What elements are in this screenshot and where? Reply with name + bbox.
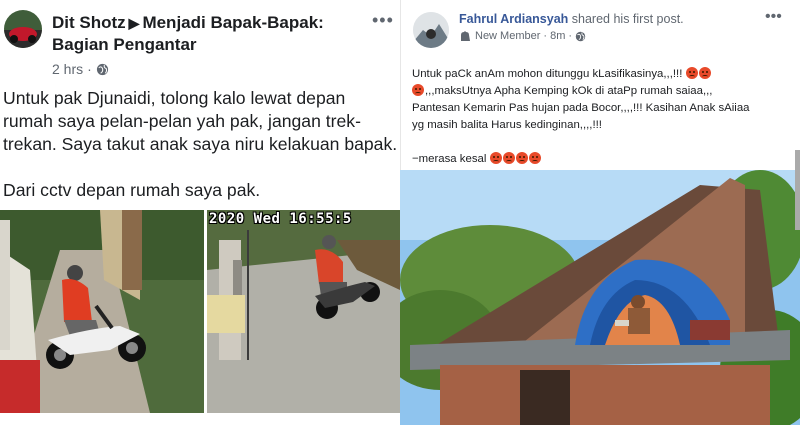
post-header: Fahrul Ardiansyah shared his first post.: [459, 12, 684, 26]
post-paragraph: Untuk pak Djunaidi, tolong kalo lewat de…: [3, 88, 398, 154]
post-meta: 2 hrs ·: [52, 61, 109, 77]
cctv-photo-gate[interactable]: 2020 Wed 16:55:5: [207, 210, 400, 413]
post-line: Pantesan Kemarin Pas hujan pada Bocor,,,…: [412, 102, 750, 114]
scroll-edge: [795, 150, 800, 230]
new-member-icon: [461, 31, 470, 41]
more-options-icon[interactable]: •••: [372, 10, 394, 31]
globe-icon: [96, 63, 108, 75]
post-line: Untuk paCk anAm mohon ditunggu kLasifika…: [412, 66, 797, 83]
angry-face-icon: [412, 84, 424, 96]
post-header: Dit Shotz ▶ Menjadi Bapak-Bapak: Bagian Pe…: [52, 12, 352, 56]
author-name[interactable]: Dit Shotz: [52, 13, 126, 32]
post-line: [412, 134, 797, 151]
roof-tent-photo[interactable]: [400, 170, 800, 425]
more-options-icon[interactable]: •••: [765, 8, 782, 26]
post-line: ,,,maksUtnya Apha Kemping kOk di ataPp r…: [412, 83, 797, 100]
angry-face-icon: [685, 67, 698, 79]
cctv-photo-street[interactable]: [0, 210, 204, 413]
angry-face-icon: [515, 152, 528, 164]
post-action: shared his first post.: [571, 12, 684, 26]
author-avatar[interactable]: [413, 12, 449, 48]
post-time[interactable]: 8m: [550, 30, 565, 42]
angry-face-icon: [489, 152, 502, 164]
left-post: Dit Shotz ▶ Menjadi Bapak-Bapak: Bagian Pe…: [0, 0, 400, 425]
post-body: Untuk paCk anAm mohon ditunggu kLasifika…: [412, 66, 797, 168]
angry-face-icon: [528, 152, 541, 164]
member-badge: New Member: [475, 30, 541, 42]
post-paragraph: Dari cctv depan rumah saya pak.: [3, 180, 261, 200]
angry-face-icon: [698, 67, 711, 79]
post-time[interactable]: 2 hrs: [52, 61, 83, 77]
shared-to-arrow-icon: ▶: [128, 15, 140, 31]
author-avatar[interactable]: [4, 10, 42, 48]
angry-face-icon: [502, 152, 515, 164]
author-name[interactable]: Fahrul Ardiansyah: [459, 12, 568, 26]
post-line: yg masih balita Harus kedinginan,,,,!!!: [412, 119, 602, 131]
globe-icon: [575, 31, 586, 41]
post-body: Untuk pak Djunaidi, tolong kalo lewat de…: [3, 87, 399, 225]
cctv-timestamp: 2020 Wed 16:55:5: [209, 211, 352, 227]
post-meta: New Member · 8m ·: [459, 30, 586, 42]
post-line: −merasa kesal: [412, 151, 797, 168]
